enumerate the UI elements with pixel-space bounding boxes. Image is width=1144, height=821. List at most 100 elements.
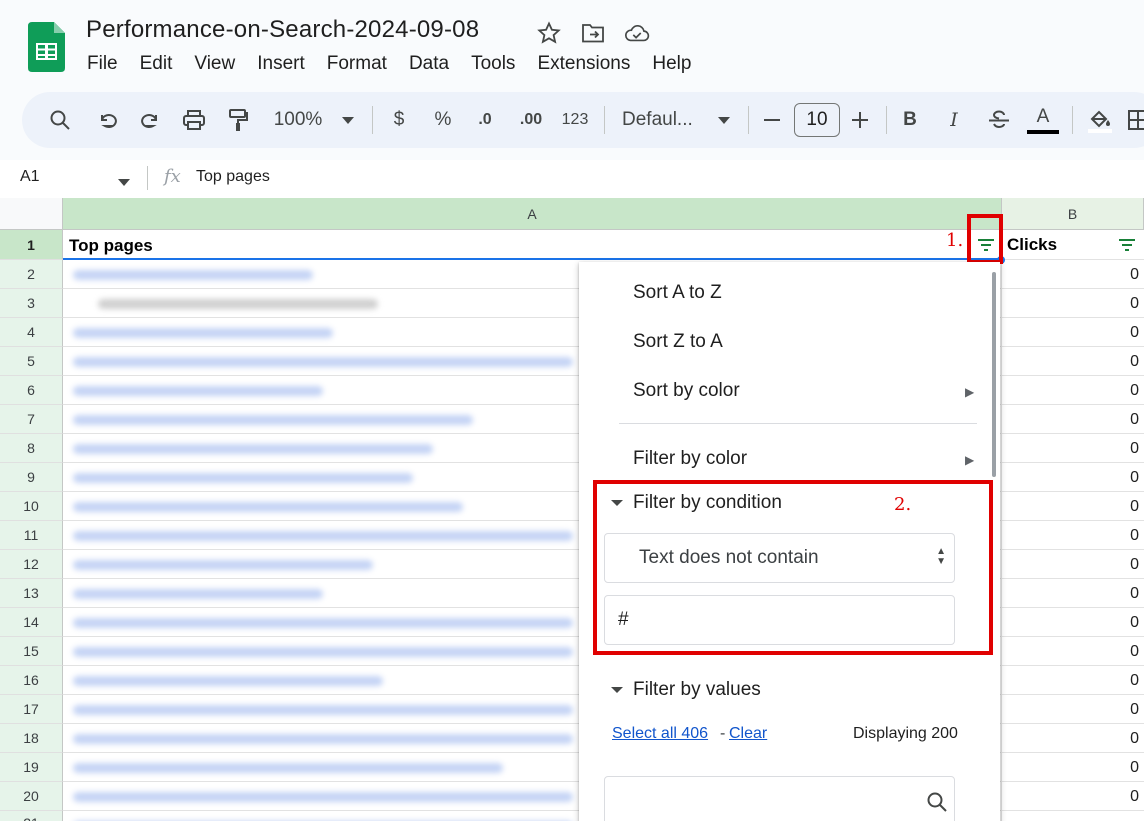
row-header[interactable]: 5 bbox=[0, 347, 63, 376]
percent-format-button[interactable]: % bbox=[430, 92, 456, 148]
clear-link[interactable]: Clear bbox=[729, 725, 767, 743]
name-box[interactable]: A1 bbox=[20, 168, 40, 186]
font-size-input[interactable]: 10 bbox=[794, 103, 840, 137]
cell-clicks[interactable]: 0 bbox=[1002, 434, 1144, 463]
cell-clicks[interactable]: 0 bbox=[1002, 318, 1144, 347]
cell-clicks[interactable]: 0 bbox=[1002, 579, 1144, 608]
cell-clicks[interactable]: 0 bbox=[1002, 666, 1144, 695]
selected-cell-border bbox=[63, 230, 1002, 260]
row-header[interactable]: 2 bbox=[0, 260, 63, 289]
row-header[interactable]: 16 bbox=[0, 666, 63, 695]
annotation-box-1 bbox=[967, 214, 1003, 264]
row-header[interactable]: 20 bbox=[0, 782, 63, 811]
select-all-link[interactable]: Select all 406 bbox=[612, 725, 708, 743]
values-search-input[interactable] bbox=[604, 776, 955, 821]
font-family-select[interactable]: Defaul... bbox=[622, 92, 702, 148]
select-all-corner[interactable] bbox=[0, 198, 63, 230]
bold-button[interactable]: B bbox=[898, 92, 922, 148]
cell-clicks[interactable]: 0 bbox=[1002, 492, 1144, 521]
document-title[interactable]: Performance-on-Search-2024-09-08 bbox=[86, 16, 479, 44]
cell-clicks[interactable]: 0 bbox=[1002, 289, 1144, 318]
link-separator: - bbox=[720, 725, 726, 742]
formula-input[interactable]: Top pages bbox=[196, 168, 270, 186]
menu-format[interactable]: Format bbox=[327, 53, 387, 75]
undo-icon[interactable] bbox=[94, 92, 122, 148]
cell-clicks[interactable]: 0 bbox=[1002, 463, 1144, 492]
decrease-font-size-icon[interactable] bbox=[760, 92, 784, 148]
cell-clicks[interactable]: 0 bbox=[1002, 405, 1144, 434]
toolbar: 100% $ % .0 .00 123 Defaul... 10 B I A bbox=[22, 92, 1144, 148]
menu-help[interactable]: Help bbox=[652, 53, 691, 75]
menu-tools[interactable]: Tools bbox=[471, 53, 515, 75]
displaying-count: Displaying 200 bbox=[853, 725, 958, 742]
column-header-b[interactable]: B bbox=[1002, 198, 1144, 230]
increase-font-size-icon[interactable] bbox=[848, 92, 872, 148]
row-header[interactable]: 6 bbox=[0, 376, 63, 405]
text-color-button[interactable]: A bbox=[1026, 92, 1060, 148]
sort-z-to-a[interactable]: Sort Z to A bbox=[633, 331, 723, 353]
cell-clicks[interactable]: 0 bbox=[1002, 376, 1144, 405]
zoom-dropdown-icon[interactable] bbox=[338, 92, 358, 148]
row-header[interactable]: 3 bbox=[0, 289, 63, 318]
cell-clicks[interactable]: 0 bbox=[1002, 695, 1144, 724]
row-header[interactable]: 11 bbox=[0, 521, 63, 550]
move-folder-icon[interactable] bbox=[580, 20, 606, 46]
cell-clicks[interactable]: 0 bbox=[1002, 753, 1144, 782]
row-header[interactable]: 17 bbox=[0, 695, 63, 724]
filter-button-column-b[interactable] bbox=[1116, 234, 1138, 256]
column-header-a[interactable]: A bbox=[63, 198, 1002, 230]
redo-icon[interactable] bbox=[136, 92, 164, 148]
row-header[interactable]: 10 bbox=[0, 492, 63, 521]
star-icon[interactable] bbox=[536, 20, 562, 46]
menu-file[interactable]: File bbox=[87, 53, 118, 75]
menu-edit[interactable]: Edit bbox=[140, 53, 173, 75]
menu-data[interactable]: Data bbox=[409, 53, 449, 75]
italic-button[interactable]: I bbox=[942, 92, 966, 148]
row-header[interactable]: 19 bbox=[0, 753, 63, 782]
cell-clicks[interactable]: 0 bbox=[1002, 637, 1144, 666]
cell-clicks[interactable]: 0 bbox=[1002, 782, 1144, 811]
filter-by-color[interactable]: Filter by color bbox=[633, 448, 747, 470]
row-header[interactable]: 4 bbox=[0, 318, 63, 347]
increase-decimal-button[interactable]: .00 bbox=[514, 92, 548, 148]
row-header[interactable]: 9 bbox=[0, 463, 63, 492]
borders-icon[interactable] bbox=[1126, 92, 1144, 148]
row-header[interactable]: 1 bbox=[0, 230, 63, 260]
filter-by-values-toggle[interactable]: Filter by values bbox=[611, 679, 761, 701]
formula-bar: A1 fx Top pages bbox=[0, 160, 1144, 198]
font-dropdown-icon[interactable] bbox=[714, 92, 734, 148]
currency-format-button[interactable]: $ bbox=[386, 92, 412, 148]
number-format-button[interactable]: 123 bbox=[560, 92, 590, 148]
menu-insert[interactable]: Insert bbox=[257, 53, 305, 75]
row-header[interactable]: 7 bbox=[0, 405, 63, 434]
cell-clicks[interactable]: 0 bbox=[1002, 550, 1144, 579]
sort-by-color[interactable]: Sort by color bbox=[633, 380, 740, 402]
menu-scrollbar[interactable] bbox=[992, 272, 996, 477]
row-header[interactable]: 13 bbox=[0, 579, 63, 608]
menu-extensions[interactable]: Extensions bbox=[537, 53, 630, 75]
zoom-value[interactable]: 100% bbox=[268, 92, 328, 148]
row-header[interactable]: 15 bbox=[0, 637, 63, 666]
menu-view[interactable]: View bbox=[194, 53, 235, 75]
row-header[interactable]: 8 bbox=[0, 434, 63, 463]
annotation-box-2 bbox=[593, 480, 993, 655]
paint-format-icon[interactable] bbox=[224, 92, 252, 148]
fill-color-icon[interactable] bbox=[1084, 92, 1114, 148]
decrease-decimal-button[interactable]: .0 bbox=[470, 92, 500, 148]
row-header[interactable]: 14 bbox=[0, 608, 63, 637]
strikethrough-icon[interactable] bbox=[986, 92, 1012, 148]
cell-clicks[interactable]: 0 bbox=[1002, 608, 1144, 637]
row-header[interactable]: 12 bbox=[0, 550, 63, 579]
print-icon[interactable] bbox=[180, 92, 208, 148]
cell-clicks[interactable]: 0 bbox=[1002, 260, 1144, 289]
search-menus-icon[interactable] bbox=[46, 92, 74, 148]
sheets-logo[interactable] bbox=[28, 22, 65, 72]
cloud-saved-icon[interactable] bbox=[624, 20, 650, 46]
name-box-dropdown-icon[interactable] bbox=[118, 173, 130, 191]
cell-clicks[interactable]: 0 bbox=[1002, 724, 1144, 753]
row-header[interactable]: 18 bbox=[0, 724, 63, 753]
cell-clicks[interactable]: 0 bbox=[1002, 347, 1144, 376]
row-header[interactable]: 21 bbox=[0, 811, 63, 821]
sort-a-to-z[interactable]: Sort A to Z bbox=[633, 282, 722, 304]
cell-clicks[interactable]: 0 bbox=[1002, 521, 1144, 550]
